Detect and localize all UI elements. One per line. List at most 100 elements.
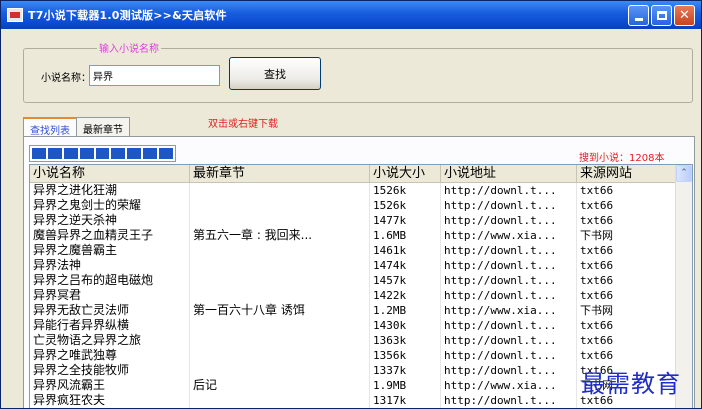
cell-size: 1477k	[370, 213, 441, 228]
window-title: T7小说下载器1.0测试版>>&天启软件	[28, 9, 227, 22]
progress-segment	[127, 148, 142, 159]
cell-name: 异界之鬼剑士的荣耀	[30, 198, 190, 213]
cell-name: 异界风流霸王	[30, 378, 190, 393]
cell-url: http://downl.t...	[441, 198, 577, 213]
cell-latest-chapter	[190, 348, 370, 363]
cell-source: 下书网	[577, 228, 676, 243]
cell-size: 1317k	[370, 393, 441, 408]
cell-source: txt66	[577, 258, 676, 273]
search-progress-bar	[29, 145, 176, 162]
cell-url: http://downl.t...	[441, 333, 577, 348]
cell-url: http://downl.t...	[441, 318, 577, 333]
cell-size: 1457k	[370, 273, 441, 288]
cell-source: 下书网	[577, 303, 676, 318]
tab-search-list[interactable]: 查找列表	[23, 117, 77, 137]
cell-name: 异界之进化狂潮	[30, 183, 190, 198]
cell-size: 1430k	[370, 318, 441, 333]
table-row[interactable]: 异界之鬼剑士的荣耀 1526k http://downl.t... txt66	[30, 198, 676, 213]
cell-size: 1.9MB	[370, 378, 441, 393]
cell-source: txt66	[577, 333, 676, 348]
cell-url: http://downl.t...	[441, 243, 577, 258]
table-row[interactable]: 异界之全技能牧师 1337k http://downl.t... txt66	[30, 363, 676, 378]
cell-source: txt66	[577, 183, 676, 198]
progress-segment	[95, 148, 110, 159]
cell-url: http://downl.t...	[441, 258, 577, 273]
search-group-caption: 输入小说名称	[97, 40, 161, 55]
cell-size: 1363k	[370, 333, 441, 348]
cell-url: http://downl.t...	[441, 273, 577, 288]
table-row[interactable]: 异界无敌亡灵法师 第一百六十八章 诱饵 1.2MB http://www.xia...…	[30, 303, 676, 318]
cell-url: http://downl.t...	[441, 183, 577, 198]
cell-latest-chapter	[190, 258, 370, 273]
close-button[interactable]: ✕	[674, 5, 695, 26]
download-hint: 双击或右键下载	[208, 119, 278, 130]
table-row[interactable]: 异界之唯武独尊 1356k http://downl.t... txt66	[30, 348, 676, 363]
table-row[interactable]: 异界之进化狂潮 1526k http://downl.t... txt66	[30, 183, 676, 198]
cell-source: txt66	[577, 318, 676, 333]
cell-size: 1.6MB	[370, 228, 441, 243]
list-header: 小说名称 最新章节 小说大小 小说地址 来源网站	[30, 165, 676, 183]
column-header-source[interactable]: 来源网站	[577, 165, 676, 183]
cell-name: 异能行者异界纵横	[30, 318, 190, 333]
cell-size: 1356k	[370, 348, 441, 363]
search-button[interactable]: 查找	[229, 57, 321, 90]
cell-latest-chapter	[190, 363, 370, 378]
cell-name: 异界无敌亡灵法师	[30, 303, 190, 318]
cell-latest-chapter	[190, 198, 370, 213]
cell-size: 1337k	[370, 363, 441, 378]
table-row[interactable]: 异界法神 1474k http://downl.t... txt66	[30, 258, 676, 273]
app-window: T7小说下载器1.0测试版>>&天启软件 ✕ 输入小说名称 小说名称： 查找 查…	[0, 0, 702, 409]
app-icon	[7, 8, 23, 22]
cell-url: http://downl.t...	[441, 213, 577, 228]
column-header-latest-chapter[interactable]: 最新章节	[190, 165, 370, 183]
maximize-button[interactable]	[651, 5, 672, 26]
minimize-button[interactable]	[628, 5, 649, 26]
table-row[interactable]: 异界之吕布的超电磁炮 1457k http://downl.t... txt66	[30, 273, 676, 288]
table-row[interactable]: 亡灵物语之异界之旅 1363k http://downl.t... txt66	[30, 333, 676, 348]
column-header-name[interactable]: 小说名称	[30, 165, 190, 183]
cell-source: txt66	[577, 348, 676, 363]
cell-size: 1461k	[370, 243, 441, 258]
watermark-text: 最需教育	[581, 370, 681, 398]
cell-latest-chapter	[190, 213, 370, 228]
cell-source: txt66	[577, 213, 676, 228]
cell-latest-chapter: 第一百六十八章 诱饵	[190, 303, 370, 318]
cell-url: http://www.xia...	[441, 228, 577, 243]
result-count: 搜到小说：1208本	[579, 153, 665, 164]
cell-source: txt66	[577, 243, 676, 258]
tab-strip: 查找列表 最新章节	[23, 117, 130, 137]
table-row[interactable]: 异界风流霸王 后记 1.9MB http://www.xia... 下书网	[30, 378, 676, 393]
progress-segment	[47, 148, 62, 159]
cell-name: 异界之吕布的超电磁炮	[30, 273, 190, 288]
title-bar[interactable]: T7小说下载器1.0测试版>>&天启软件 ✕	[1, 1, 701, 29]
table-row[interactable]: 异能行者异界纵横 1430k http://downl.t... txt66	[30, 318, 676, 333]
cell-latest-chapter: 后记	[190, 378, 370, 393]
cell-latest-chapter	[190, 318, 370, 333]
progress-segment	[79, 148, 94, 159]
cell-name: 异界之全技能牧师	[30, 363, 190, 378]
novel-name-input[interactable]	[89, 65, 220, 86]
scroll-up-icon[interactable]: ⌃	[676, 165, 692, 182]
cell-url: http://downl.t...	[441, 393, 577, 408]
cell-url: http://downl.t...	[441, 348, 577, 363]
column-header-size[interactable]: 小说大小	[370, 165, 441, 183]
table-row[interactable]: 异界冥君 1422k http://downl.t... txt66	[30, 288, 676, 303]
cell-latest-chapter: 第五六一章 : 我回来...	[190, 228, 370, 243]
table-row[interactable]: 魔兽异界之血精灵王子 第五六一章 : 我回来... 1.6MB http://www.…	[30, 228, 676, 243]
cell-latest-chapter	[190, 243, 370, 258]
maximize-icon	[656, 11, 667, 20]
cell-size: 1526k	[370, 198, 441, 213]
cell-source: txt66	[577, 288, 676, 303]
close-icon: ✕	[679, 8, 690, 23]
cell-url: http://downl.t...	[441, 363, 577, 378]
progress-segment	[143, 148, 158, 159]
cell-latest-chapter	[190, 288, 370, 303]
tab-latest-chapter[interactable]: 最新章节	[76, 117, 130, 136]
column-header-url[interactable]: 小说地址	[441, 165, 577, 183]
cell-name: 亡灵物语之异界之旅	[30, 333, 190, 348]
table-row[interactable]: 异界疯狂农夫 1317k http://downl.t... txt66	[30, 393, 676, 408]
table-row[interactable]: 异界之逆天杀神 1477k http://downl.t... txt66	[30, 213, 676, 228]
table-row[interactable]: 异界之魔兽霸主 1461k http://downl.t... txt66	[30, 243, 676, 258]
cell-size: 1474k	[370, 258, 441, 273]
progress-segment	[63, 148, 78, 159]
